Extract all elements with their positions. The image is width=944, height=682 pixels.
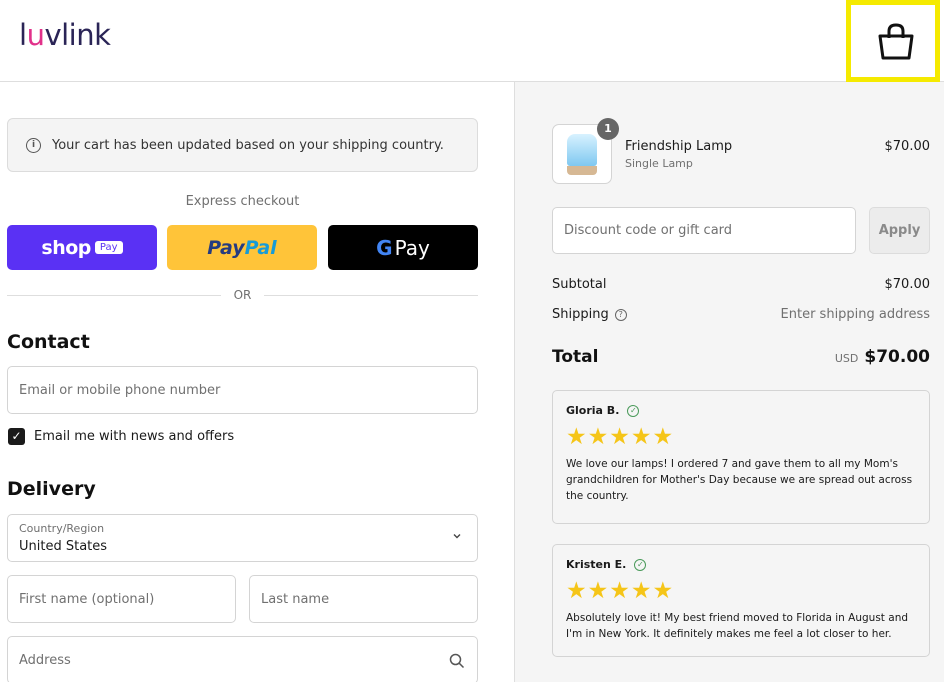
newsletter-label: Email me with news and offers [34, 429, 235, 444]
currency-code: USD [834, 352, 859, 365]
country-value: United States [19, 539, 108, 554]
review-text: Absolutely love it! My best friend moved… [566, 612, 909, 640]
paypal-button[interactable]: Pay Pal [167, 225, 317, 270]
shop-pay-pill: Pay [94, 241, 123, 254]
star-rating: ★★★★★ [566, 578, 675, 604]
shop-pay-button[interactable]: shop Pay [7, 225, 157, 270]
delivery-heading: Delivery [7, 478, 96, 500]
country-label: Country/Region [19, 522, 105, 535]
logo-part-u: u [26, 18, 45, 52]
or-divider: OR [7, 287, 478, 303]
review-card: Gloria B. ✓ ★★★★★ We love our lamps! I o… [552, 390, 930, 524]
logo-part-l: l [19, 18, 27, 52]
order-summary: 1 Friendship Lamp Single Lamp $70.00 Dis… [514, 82, 944, 682]
lamp-image [567, 134, 597, 166]
logo-part-vlink: vlink [44, 18, 111, 52]
shipping-label: Shipping [552, 307, 609, 322]
total-label: Total [552, 347, 599, 367]
shipping-label-row: Shipping? [552, 307, 627, 322]
email-field[interactable]: Email or mobile phone number [7, 366, 478, 414]
first-name-field[interactable]: First name (optional) [7, 575, 236, 623]
quantity-badge: 1 [597, 118, 619, 140]
reviewer-name: Kristen E. [566, 558, 627, 571]
product-variant: Single Lamp [625, 157, 693, 170]
chevron-down-icon [453, 534, 461, 539]
country-select[interactable]: Country/Region United States [7, 514, 478, 562]
address-field[interactable]: Address [7, 636, 478, 682]
paypal-word-pal: Pal [244, 236, 277, 259]
verified-check-icon: ✓ [627, 404, 640, 417]
total-amount-row: USD $70.00 [835, 347, 930, 367]
paypal-word-pay: Pay [207, 236, 245, 259]
newsletter-option[interactable]: ✓ Email me with news and offers [8, 428, 234, 445]
notice-text: Your cart has been updated based on your… [52, 137, 444, 153]
shopping-bag-icon[interactable] [876, 22, 916, 62]
email-placeholder: Email or mobile phone number [19, 382, 221, 398]
express-checkout-title: Express checkout [185, 194, 300, 209]
lamp-base [567, 166, 597, 175]
checkout-form: i Your cart has been updated based on yo… [0, 82, 514, 682]
address-placeholder: Address [19, 652, 71, 668]
reviewer-row: Gloria B. ✓ [566, 404, 916, 417]
discount-placeholder: Discount code or gift card [564, 223, 733, 238]
last-name-placeholder: Last name [261, 591, 330, 607]
total-value: $70.00 [864, 347, 930, 367]
product-price: $70.00 [884, 139, 931, 154]
luvlink-logo[interactable]: luvlink [19, 18, 111, 52]
header: luvlink [0, 0, 944, 82]
or-text: OR [233, 288, 252, 302]
review-card: Kristen E. ✓ ★★★★★ Absolutely love it! M… [552, 544, 930, 657]
reviewer-row: Kristen E. ✓ [566, 558, 916, 571]
google-pay-word: Pay [394, 235, 430, 260]
subtotal-value: $70.00 [884, 277, 931, 292]
help-icon[interactable]: ? [614, 309, 627, 321]
reviewer-name: Gloria B. [566, 404, 620, 417]
star-rating: ★★★★★ [566, 424, 675, 450]
google-pay-button[interactable]: G Pay [328, 225, 478, 270]
search-icon [449, 653, 465, 669]
contact-heading: Contact [7, 331, 90, 353]
first-name-placeholder: First name (optional) [19, 591, 155, 607]
product-name: Friendship Lamp [625, 139, 733, 154]
shipping-value: Enter shipping address [780, 307, 930, 322]
subtotal-label: Subtotal [552, 277, 607, 292]
discount-code-input[interactable]: Discount code or gift card [552, 207, 856, 254]
newsletter-checkbox[interactable]: ✓ [8, 428, 25, 445]
info-icon: i [26, 137, 41, 153]
cart-updated-notice: i Your cart has been updated based on yo… [7, 118, 478, 172]
verified-check-icon: ✓ [634, 558, 647, 571]
review-text: We love our lamps! I ordered 7 and gave … [566, 458, 913, 502]
apply-discount-button[interactable]: Apply [869, 207, 930, 254]
shop-pay-word: shop [41, 236, 91, 259]
last-name-field[interactable]: Last name [249, 575, 478, 623]
google-g-icon: G [376, 235, 393, 260]
